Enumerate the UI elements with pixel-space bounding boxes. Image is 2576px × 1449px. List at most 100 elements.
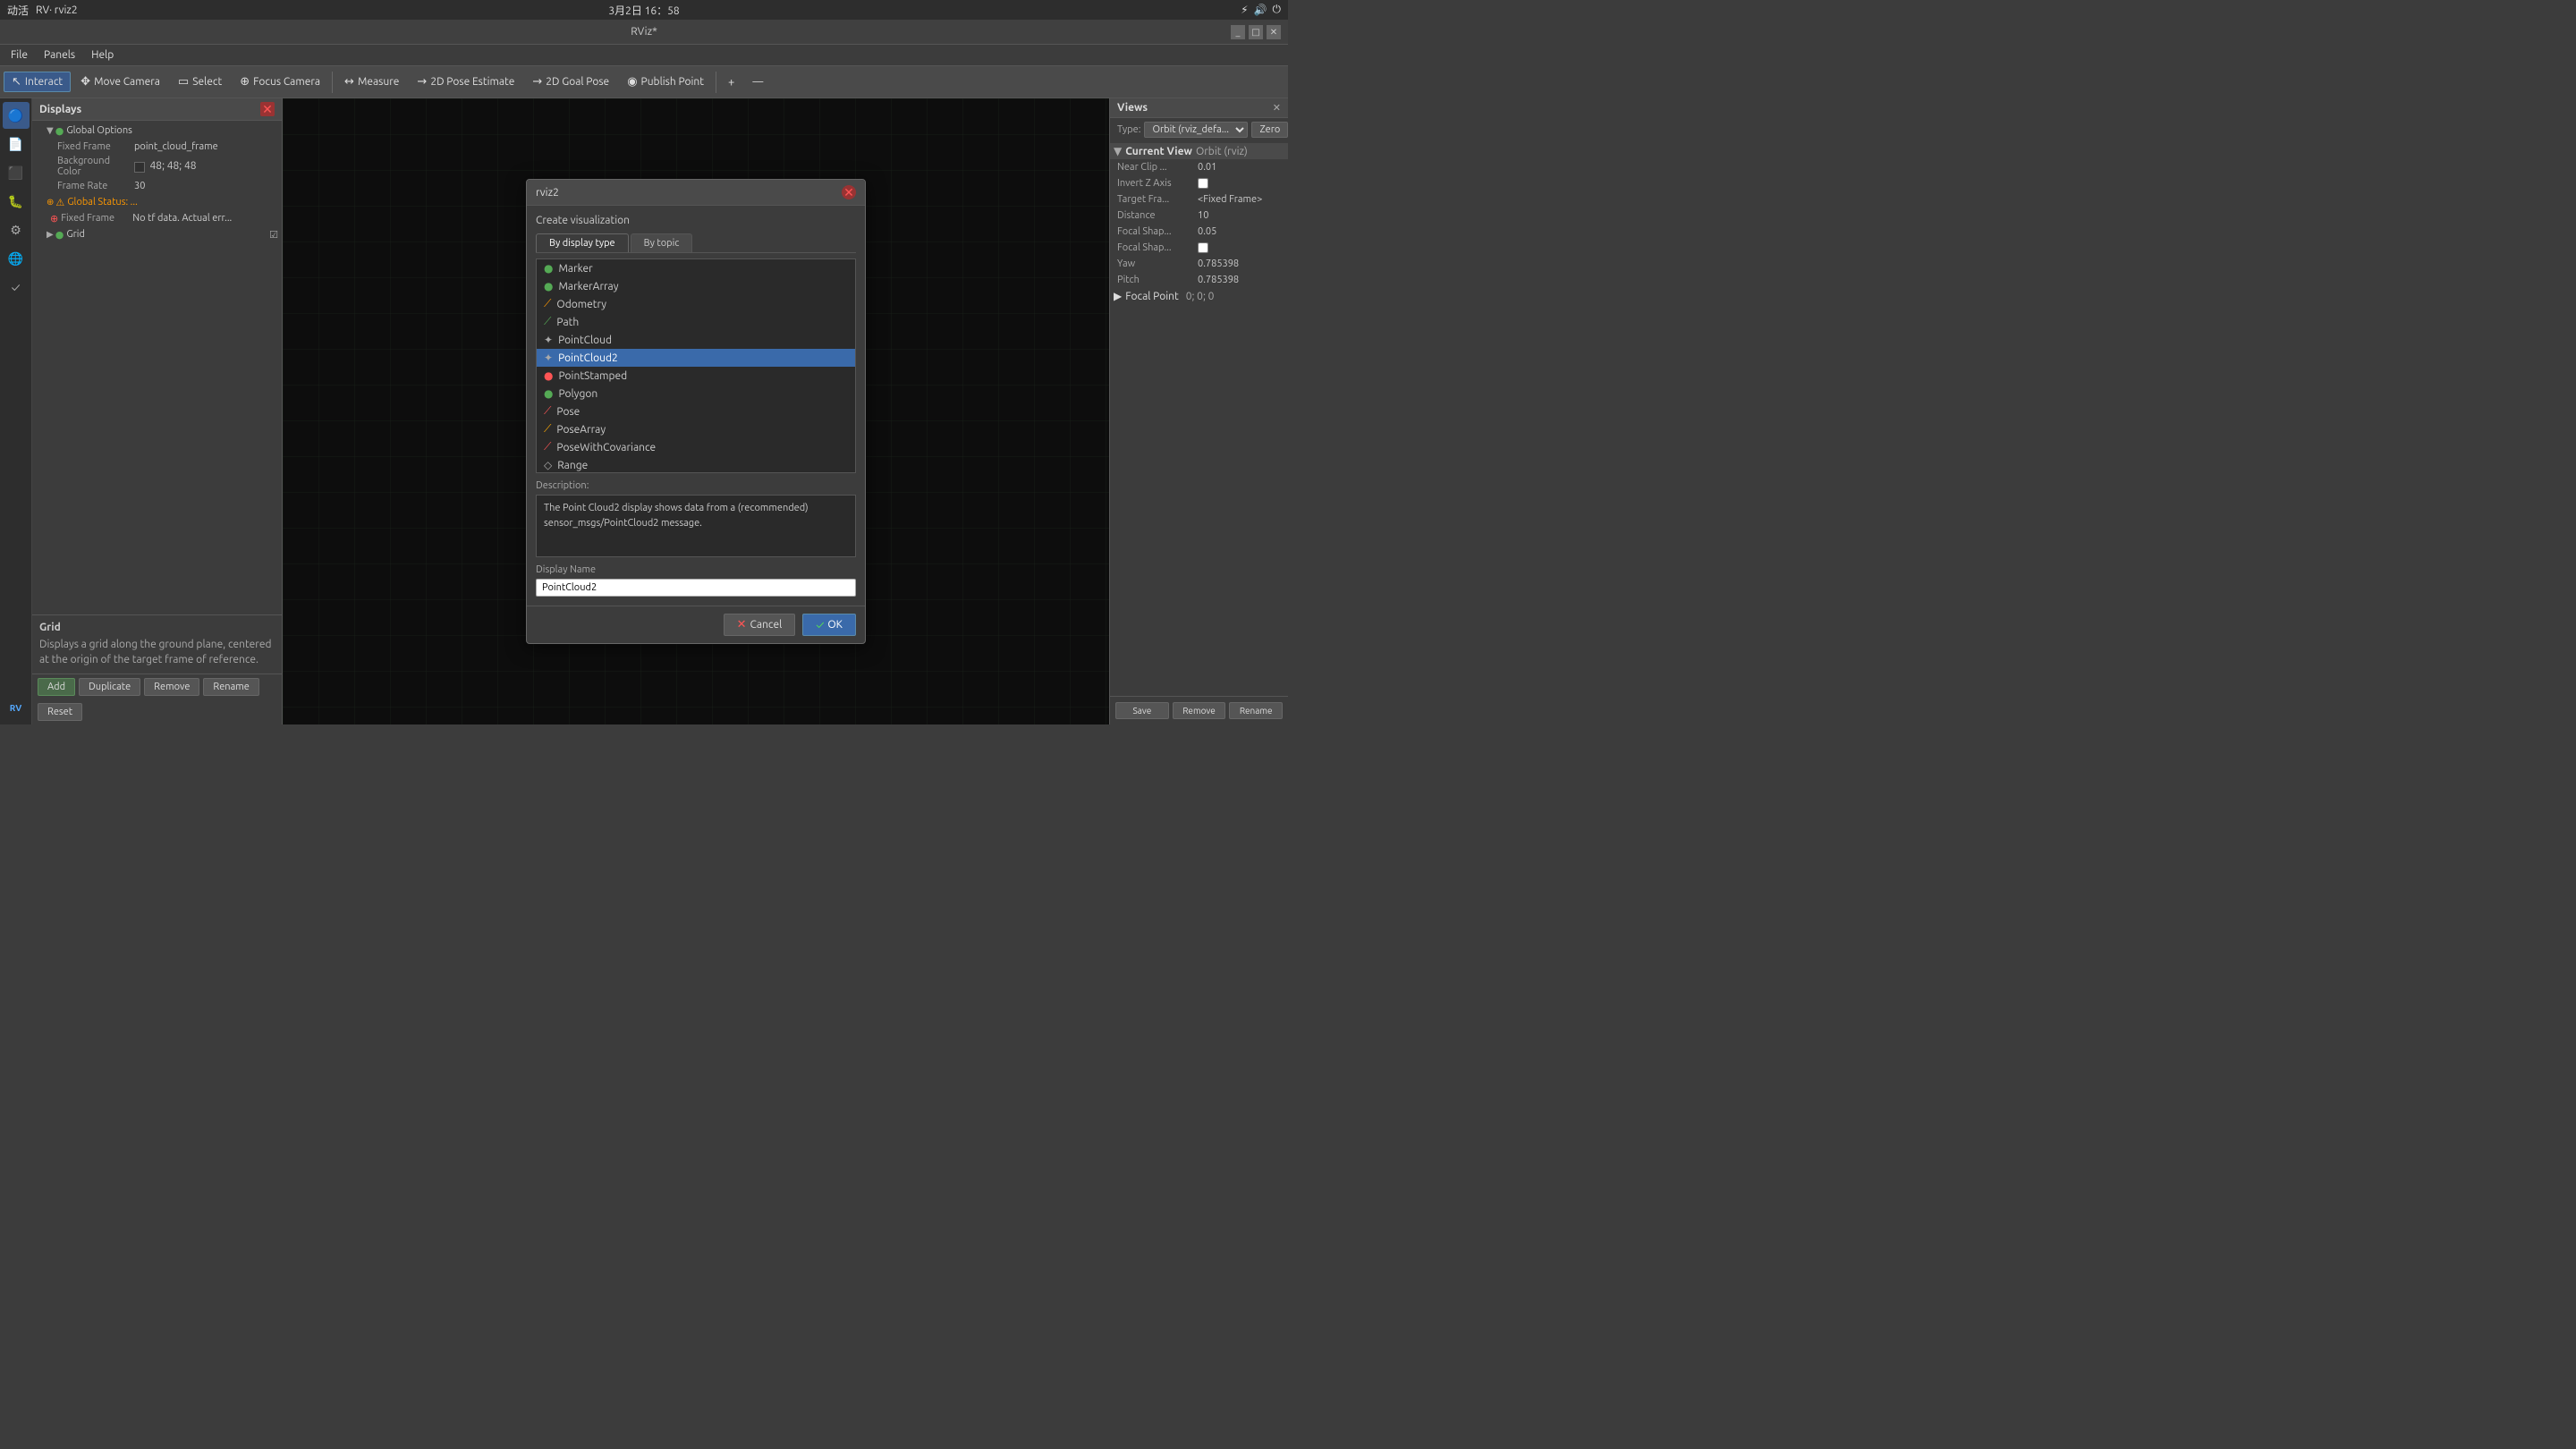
ok-button[interactable]: ✓ OK (802, 614, 856, 636)
frame-rate-value[interactable]: 30 (134, 181, 278, 191)
focal-point-section: ▶ Focal Point 0; 0; 0 (1110, 288, 1288, 304)
sidebar-earth-icon[interactable]: 🌐 (3, 245, 30, 272)
focal-point-value: 0; 0; 0 (1186, 291, 1215, 302)
pointcloud2-label: PointCloud2 (558, 352, 618, 364)
sidebar-debug-icon[interactable]: 🐛 (3, 188, 30, 215)
add-display-button[interactable]: Add (38, 678, 75, 696)
display-name-input[interactable] (536, 579, 856, 597)
move-camera-icon: ✥ (80, 75, 90, 89)
sidebar-rviz2-icon[interactable]: RV (3, 694, 30, 721)
viz-item-marker[interactable]: ● Marker (537, 259, 855, 277)
move-camera-button[interactable]: ✥ Move Camera (72, 72, 168, 92)
path-icon: ⟋ (544, 316, 551, 328)
interact-button[interactable]: ↖ Interact (4, 72, 71, 92)
sidebar-files-icon[interactable]: 📄 (3, 131, 30, 157)
rename-view-button[interactable]: Rename (1229, 702, 1283, 719)
zero-button[interactable]: Zero (1251, 122, 1288, 138)
views-type-select[interactable]: Orbit (rviz_defa... (1144, 122, 1248, 138)
focus-camera-button[interactable]: ⊕ Focus Camera (232, 72, 328, 92)
duplicate-display-button[interactable]: Duplicate (79, 678, 140, 696)
pitch-value[interactable]: 0.785398 (1198, 275, 1281, 285)
background-color-value[interactable]: 48; 48; 48 (134, 160, 278, 172)
remove-display-button[interactable]: Remove (144, 678, 199, 696)
frame-rate-label: Frame Rate (36, 181, 134, 191)
yaw-value[interactable]: 0.785398 (1198, 258, 1281, 269)
save-view-button[interactable]: Save (1115, 702, 1169, 719)
viz-item-markerarray[interactable]: ● MarkerArray (537, 277, 855, 295)
displays-tree: ▼ ● Global Options Fixed Frame point_clo… (32, 121, 282, 614)
measure-button[interactable]: ↔ Measure (336, 72, 407, 92)
fixed-frame-value[interactable]: point_cloud_frame (134, 141, 278, 152)
viz-item-posewithcovariance[interactable]: ⟋ PoseWithCovariance (537, 438, 855, 456)
sidebar-rviz-icon[interactable]: 🔵 (3, 102, 30, 129)
minimize-button[interactable]: _ (1231, 25, 1245, 39)
global-options-tree-item[interactable]: ▼ ● Global Options (32, 123, 282, 139)
viz-item-pose[interactable]: ⟋ Pose (537, 402, 855, 420)
target-frame-label: Target Fra... (1117, 194, 1198, 205)
maximize-button[interactable]: □ (1249, 25, 1263, 39)
polygon-icon: ● (544, 387, 553, 400)
modal-close-button[interactable]: ✕ (842, 185, 856, 199)
menu-help[interactable]: Help (84, 47, 121, 63)
publish-point-label: Publish Point (641, 76, 704, 88)
fixed-frame-status-value: No tf data. Actual err... (132, 213, 278, 224)
global-options-expand[interactable]: ▼ (47, 125, 54, 136)
menu-file[interactable]: File (4, 47, 35, 63)
toolbar-extra-button[interactable]: — (744, 72, 771, 91)
pointcloud-icon: ✦ (544, 334, 553, 346)
grid-expand[interactable]: ▶ (47, 229, 54, 240)
target-frame-value[interactable]: <Fixed Frame> (1198, 194, 1281, 205)
views-panel-close[interactable]: ✕ (1273, 102, 1281, 114)
grid-tree-item[interactable]: ▶ ● Grid ☑ (32, 226, 282, 242)
distance-value[interactable]: 10 (1198, 210, 1281, 221)
views-panel-title: Views (1117, 102, 1148, 114)
viz-item-pointcloud2[interactable]: ✦ PointCloud2 (537, 349, 855, 367)
add-toolbar-button[interactable]: + (720, 72, 742, 92)
close-button[interactable]: ✕ (1267, 25, 1281, 39)
viz-item-polygon[interactable]: ● Polygon (537, 385, 855, 402)
tab-by-topic[interactable]: By topic (631, 233, 693, 252)
viz-item-pointcloud[interactable]: ✦ PointCloud (537, 331, 855, 349)
sidebar-check-icon[interactable]: ✓ (3, 274, 30, 301)
modal-name-label: Display Name (536, 564, 856, 575)
reset-button[interactable]: Reset (38, 703, 82, 721)
sidebar-terminal-icon[interactable]: ⬛ (3, 159, 30, 186)
tab-by-display-type[interactable]: By display type (536, 233, 629, 252)
viz-item-odometry[interactable]: ⟋ Odometry (537, 295, 855, 313)
viz-item-posearray[interactable]: ⟋ PoseArray (537, 420, 855, 438)
global-status-tree-item[interactable]: ⊕ ⚠ Global Status: ... (32, 194, 282, 210)
publish-point-button[interactable]: ◉ Publish Point (619, 72, 712, 92)
focal-point-header[interactable]: ▶ Focal Point 0; 0; 0 (1114, 290, 1284, 302)
viz-item-pointstamped[interactable]: ● PointStamped (537, 367, 855, 385)
focal-shape1-value[interactable]: 0.05 (1198, 226, 1281, 237)
views-type-row: Type: Orbit (rviz_defa... Zero (1110, 118, 1288, 141)
system-time: 3月2日 16：58 (608, 5, 679, 17)
select-button[interactable]: ▭ Select (170, 72, 230, 92)
yaw-label: Yaw (1117, 258, 1198, 269)
pitch-prop: Pitch 0.785398 (1110, 272, 1288, 288)
visualization-list[interactable]: ● Marker ● MarkerArray ⟋ Odometry (536, 258, 856, 473)
fixed-frame-status-icon: ⊕ (50, 213, 58, 225)
measure-label: Measure (358, 76, 399, 88)
cancel-button[interactable]: ✕ Cancel (724, 614, 796, 636)
toolbar: ↖ Interact ✥ Move Camera ▭ Select ⊕ Focu… (0, 66, 1288, 98)
current-view-header[interactable]: ▼ Current View Orbit (rviz) (1110, 143, 1288, 159)
pose-estimate-button[interactable]: → 2D Pose Estimate (409, 72, 522, 92)
grid-checkbox[interactable]: ☑ (269, 229, 278, 241)
measure-icon: ↔ (344, 75, 354, 89)
remove-view-button[interactable]: Remove (1173, 702, 1226, 719)
sidebar-extensions-icon[interactable]: ⚙ (3, 216, 30, 243)
viz-item-path[interactable]: ⟋ Path (537, 313, 855, 331)
posearray-label: PoseArray (556, 424, 606, 436)
invert-z-checkbox[interactable] (1198, 178, 1208, 189)
focal-shape2-checkbox[interactable] (1198, 242, 1208, 253)
distance-prop: Distance 10 (1110, 208, 1288, 224)
displays-panel-close[interactable]: ✕ (260, 102, 275, 116)
modal-content: Create visualization By display type By … (527, 206, 865, 606)
global-status-expand[interactable]: ⊕ (47, 197, 54, 208)
menu-panels[interactable]: Panels (37, 47, 82, 63)
viz-item-range[interactable]: ◇ Range (537, 456, 855, 473)
near-clip-value[interactable]: 0.01 (1198, 162, 1281, 173)
rename-display-button[interactable]: Rename (203, 678, 258, 696)
goal-pose-button[interactable]: → 2D Goal Pose (524, 72, 617, 92)
